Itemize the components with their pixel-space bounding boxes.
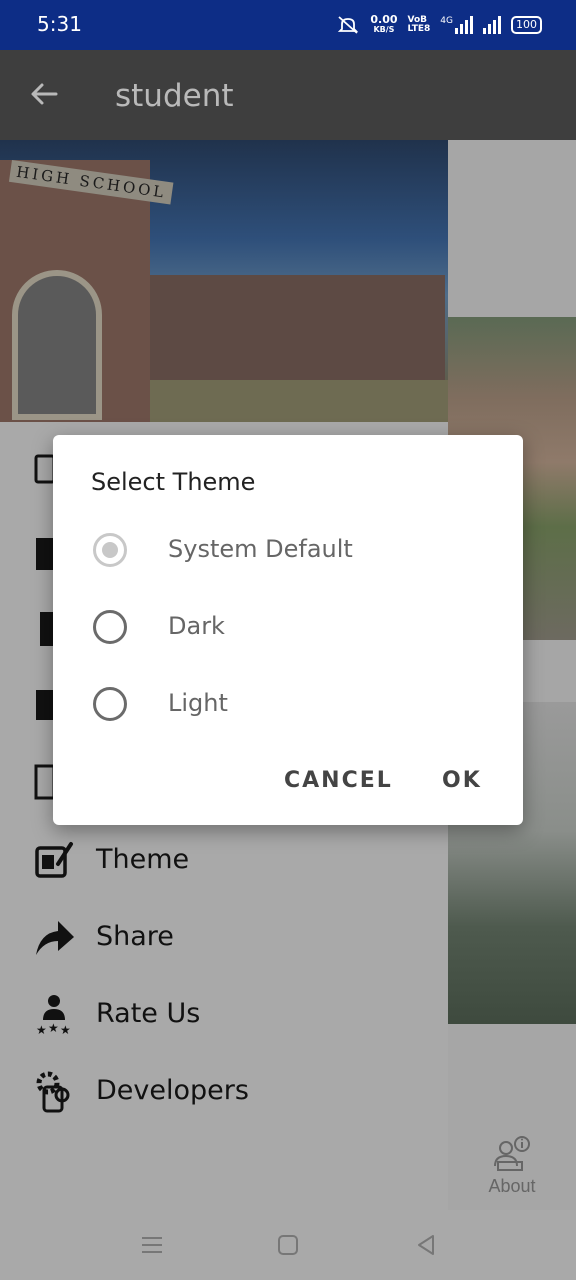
drawer-header-image: HIGH SCHOOL [0, 140, 448, 422]
signal-bars-1-icon [455, 16, 473, 34]
network-type: 4G [440, 16, 453, 26]
lawn [145, 380, 448, 422]
theme-option-light[interactable]: Light [53, 669, 523, 739]
option-label: System Default [168, 535, 353, 563]
page-title: student [115, 78, 234, 114]
back-arrow-icon[interactable] [24, 74, 64, 114]
svg-text:★: ★ [60, 1023, 71, 1036]
drawer-item-label: Developers [96, 1075, 249, 1106]
theme-option-system-default[interactable]: System Default [53, 515, 523, 585]
volte-bottom: LTE8 [407, 24, 431, 34]
building-entrance [0, 160, 150, 422]
cancel-button[interactable]: CANCEL [284, 768, 393, 793]
option-label: Light [168, 689, 228, 717]
net-speed-value: 0.00 [370, 13, 398, 26]
app-bar: student [0, 50, 576, 140]
ok-button[interactable]: OK [442, 768, 482, 793]
radio-button[interactable] [93, 687, 127, 721]
developers-icon [36, 1071, 70, 1113]
drawer-item-theme[interactable]: Theme [0, 830, 448, 890]
back-triangle-icon[interactable] [411, 1230, 441, 1260]
mute-bell-icon [338, 16, 359, 34]
dialog-title: Select Theme [91, 468, 256, 496]
recents-menu-icon[interactable] [137, 1230, 167, 1260]
status-icons: 0.00 KB/S VoB LTE8 4G 100 [336, 12, 542, 38]
theme-edit-icon [35, 842, 73, 878]
battery-icon: 100 [511, 16, 542, 34]
net-speed-unit: KB/S [373, 25, 395, 34]
signal-bars-2-icon [483, 16, 501, 34]
status-time: 5:31 [37, 12, 82, 36]
theme-option-dark[interactable]: Dark [53, 592, 523, 662]
drawer-item-developers[interactable]: Developers [0, 1061, 448, 1121]
building-wing [145, 275, 445, 385]
svg-text:★: ★ [36, 1023, 47, 1036]
drawer-item-label: Rate Us [96, 998, 201, 1029]
entrance-arch [12, 270, 102, 420]
about-tab[interactable]: About [448, 1130, 576, 1210]
about-label: About [488, 1176, 536, 1196]
svg-text:★: ★ [48, 1021, 59, 1035]
rate-us-icon: ★ ★ ★ [36, 995, 71, 1036]
status-bar: 5:31 0.00 KB/S VoB LTE8 4G 100 [0, 0, 576, 50]
drawer-item-label: Share [96, 921, 174, 952]
signal-4g: 4G [440, 16, 473, 34]
option-label: Dark [168, 612, 225, 640]
select-theme-dialog: Select Theme System Default Dark Light C… [53, 435, 523, 825]
drawer-item-label: Theme [96, 844, 190, 875]
share-arrow-icon [36, 921, 74, 955]
radio-button-selected[interactable] [93, 533, 127, 567]
drawer-item-share[interactable]: Share [0, 907, 448, 967]
drawer-item-rate-us[interactable]: ★ ★ ★ Rate Us [0, 984, 448, 1044]
radio-button[interactable] [93, 610, 127, 644]
home-square-icon[interactable] [273, 1230, 303, 1260]
about-info-icon [494, 1136, 530, 1171]
system-navigation-bar [0, 1210, 576, 1280]
volte-indicator: VoB LTE8 [408, 16, 431, 34]
net-speed: 0.00 KB/S [370, 13, 398, 35]
